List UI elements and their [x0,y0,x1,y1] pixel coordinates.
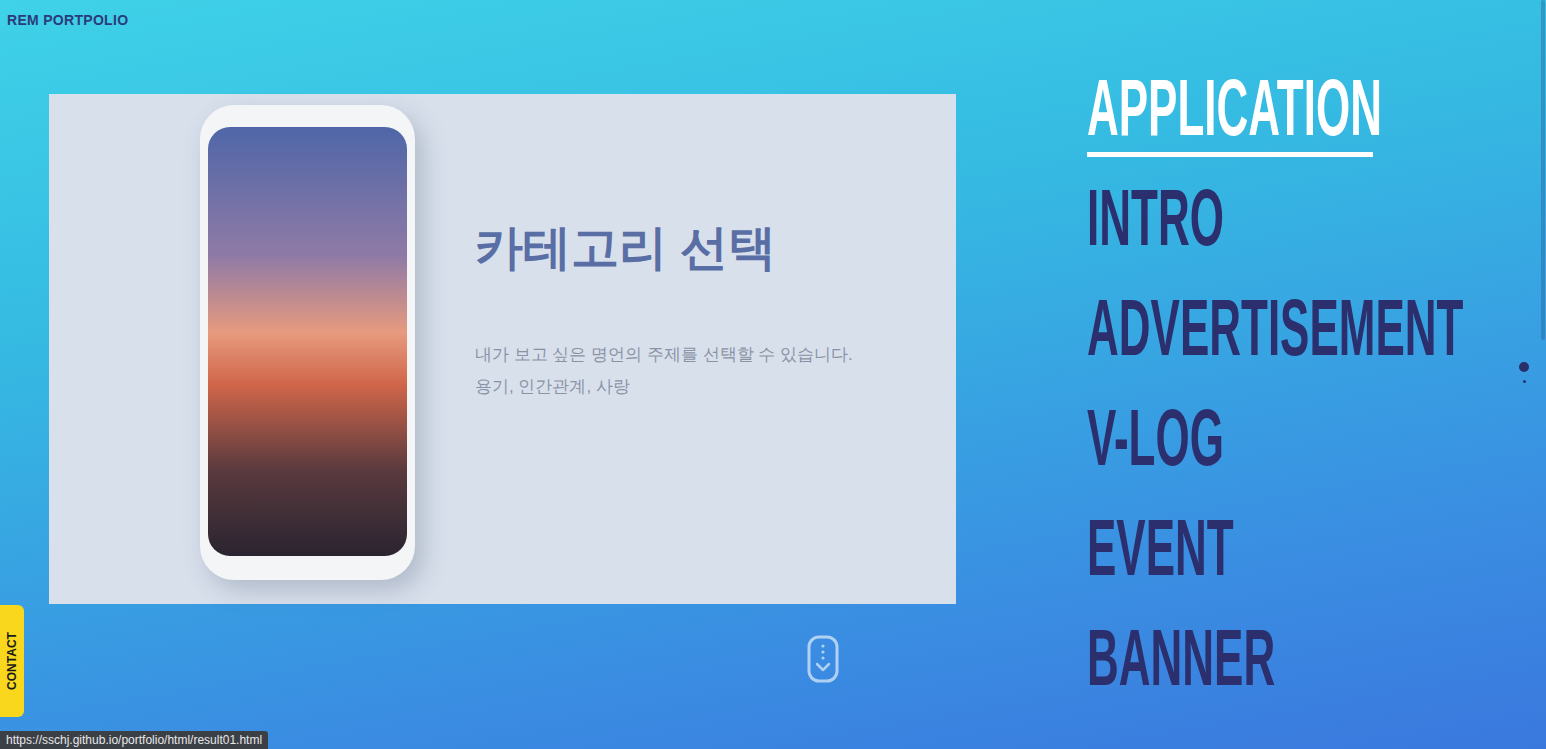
nav-item[interactable]: V-LOG [1087,392,1507,502]
nav-item[interactable]: BANNER [1087,612,1507,722]
status-url: https://sschj.github.io/portfolio/html/r… [0,731,268,749]
nav-active-underline [1087,152,1373,157]
scroll-mouse-icon [807,635,839,683]
contact-tab[interactable]: CONTACT [0,605,24,717]
pager [1518,362,1530,383]
nav-item[interactable]: ADVERTISEMENT [1087,282,1507,392]
nav-item[interactable]: INTRO [1087,172,1507,282]
nav-item[interactable]: EVENT [1087,502,1507,612]
pager-dot[interactable] [1519,362,1529,372]
brand-logo[interactable]: REM PORTPOLIO [7,12,128,28]
scrollbar-thumb [1541,0,1545,340]
description-line: 내가 보고 싶은 명언의 주제를 선택할 수 있습니다. [475,339,853,371]
slide-description: 내가 보고 싶은 명언의 주제를 선택할 수 있습니다.용기, 인간관계, 사랑 [475,339,853,403]
nav-item[interactable]: APPLICATION [1087,62,1507,172]
description-line: 용기, 인간관계, 사랑 [475,371,853,403]
phone-screen [208,127,407,556]
category-nav: APPLICATIONINTROADVERTISEMENTV-LOGEVENTB… [1087,0,1507,749]
slide-card: 카테고리 선택내가 보고 싶은 명언의 주제를 선택할 수 있습니다.용기, 인… [49,94,956,604]
header: REM PORTPOLIO [0,0,1087,94]
left-column: REM PORTPOLIO 카테고리 선택내가 보고 싶은 명언의 주제를 선택할… [0,0,1087,749]
pager-dot[interactable] [1523,380,1526,383]
slide-text: 카테고리 선택내가 보고 싶은 명언의 주제를 선택할 수 있습니다.용기, 인… [475,94,853,604]
phone-mockup [200,105,415,580]
portfolio-page: REM PORTPOLIO 카테고리 선택내가 보고 싶은 명언의 주제를 선택할… [0,0,1546,749]
slide-title: 카테고리 선택 [475,219,853,277]
